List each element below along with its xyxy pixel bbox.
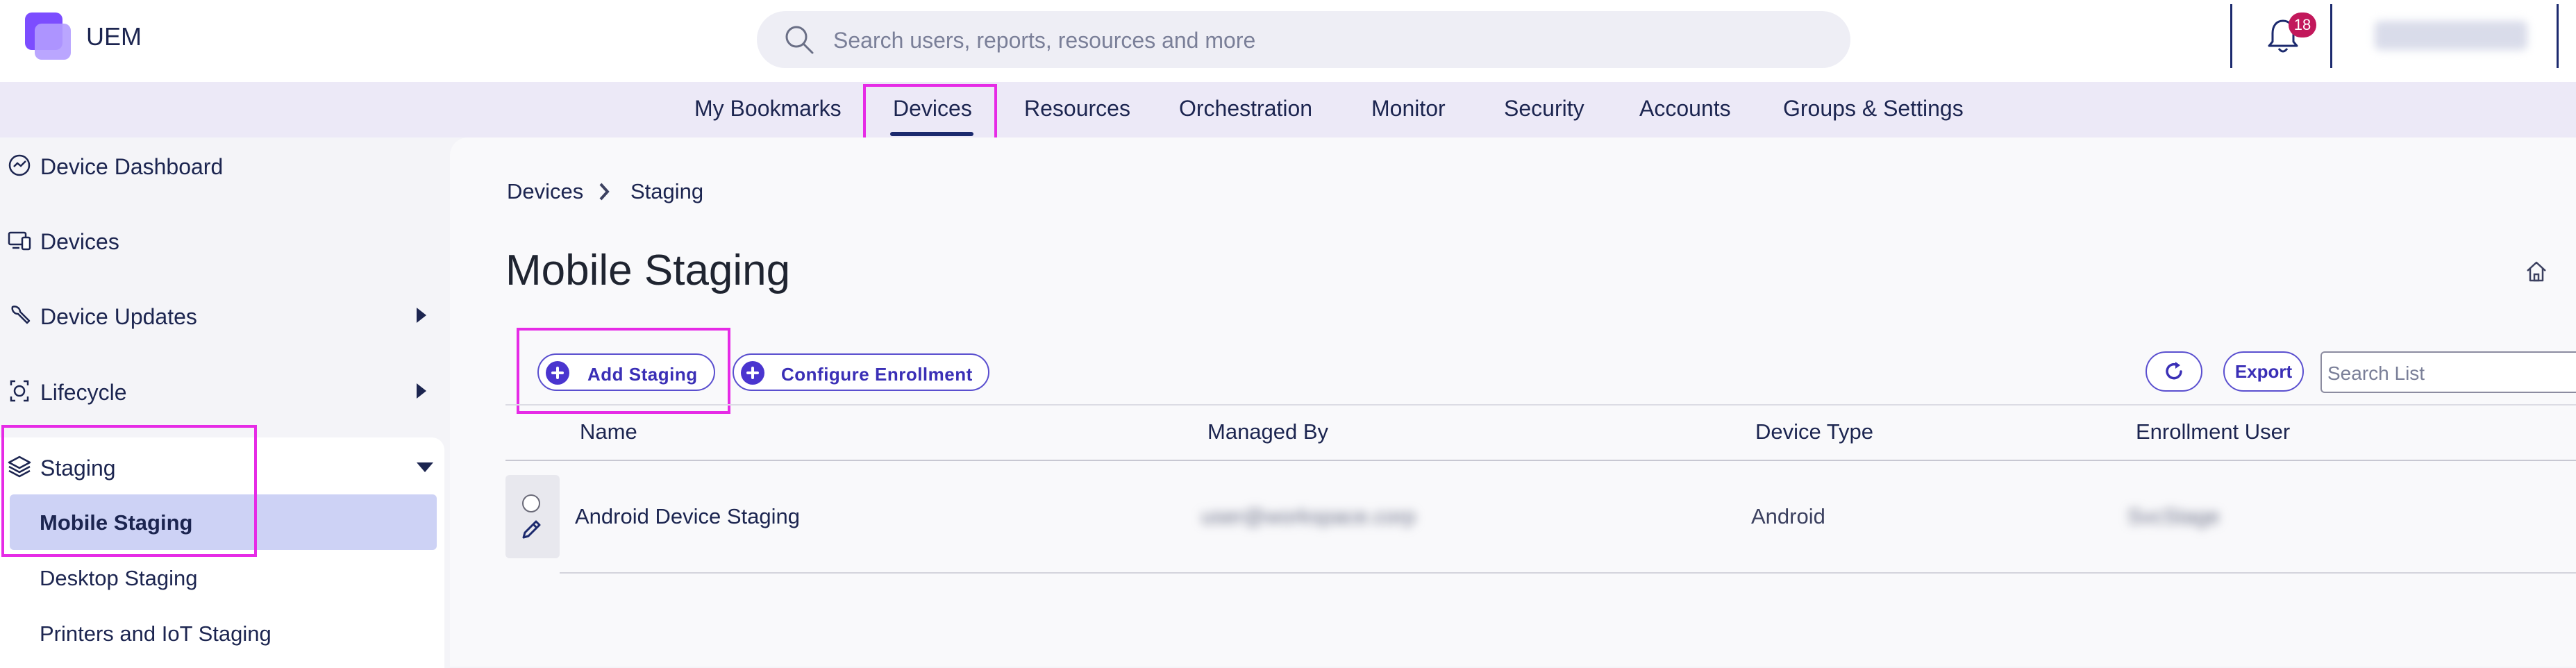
notification-badge: 18 <box>2289 12 2316 37</box>
configure-enrollment-button[interactable]: Configure Enrollment <box>733 353 989 391</box>
global-search-input[interactable]: Search users, reports, resources and mor… <box>757 11 1850 68</box>
highlight-box <box>517 328 730 414</box>
app-name: UEM <box>86 22 142 51</box>
plus-circle-icon <box>741 361 764 385</box>
nav-monitor[interactable]: Monitor <box>1371 96 1446 122</box>
wrench-icon <box>11 306 31 324</box>
caret-down-icon <box>417 462 433 472</box>
search-icon <box>785 26 814 54</box>
export-button[interactable]: Export <box>2223 351 2304 392</box>
cell-name[interactable]: Android Device Staging <box>575 504 800 529</box>
refresh-icon <box>2166 362 2182 380</box>
pencil-icon[interactable] <box>519 517 544 542</box>
lifecycle-icon <box>10 380 29 402</box>
caret-right-icon <box>417 383 426 399</box>
sidebar-item-label: Lifecycle <box>40 380 127 405</box>
top-header: UEM Search users, reports, resources and… <box>0 0 2576 82</box>
highlight-box <box>1 425 257 557</box>
header-divider <box>2557 4 2559 68</box>
dashboard-icon <box>8 154 31 176</box>
nav-security[interactable]: Security <box>1504 96 1584 122</box>
cell-device-type: Android <box>1751 504 1825 528</box>
row-controls <box>505 475 560 558</box>
uem-logo[interactable] <box>25 12 74 61</box>
search-list-placeholder: Search List <box>2327 362 2425 384</box>
user-menu[interactable] <box>2375 21 2527 50</box>
sidebar-item-label: Device Dashboard <box>40 154 224 179</box>
logo-front-square <box>35 24 71 60</box>
sidebar-item-device-updates[interactable]: Device Updates <box>7 296 437 335</box>
nav-groups-settings[interactable]: Groups & Settings <box>1783 96 1964 122</box>
column-header-name[interactable]: Name <box>580 419 637 444</box>
cell-managed-by: user@workspace.corp <box>1201 504 1416 528</box>
main-nav: My Bookmarks Devices Resources Orchestra… <box>0 82 2576 137</box>
table-header-top-border <box>505 404 2576 406</box>
column-header-managed-by[interactable]: Managed By <box>1207 419 1328 444</box>
sidebar-item-lifecycle[interactable]: Lifecycle <box>7 371 437 410</box>
main-content <box>450 137 2576 667</box>
column-header-device-type[interactable]: Device Type <box>1755 419 1873 444</box>
nav-resources[interactable]: Resources <box>1024 96 1130 122</box>
sidebar-item-devices[interactable]: Devices <box>7 221 437 260</box>
nav-my-bookmarks[interactable]: My Bookmarks <box>694 96 842 122</box>
nav-accounts[interactable]: Accounts <box>1639 96 1731 122</box>
table-header-bottom-border <box>505 460 2576 461</box>
page-title: Mobile Staging <box>505 247 791 294</box>
header-divider <box>2330 4 2332 68</box>
chevron-right-icon <box>599 183 610 201</box>
devices-icon <box>8 231 31 251</box>
nav-orchestration[interactable]: Orchestration <box>1179 96 1312 122</box>
sidebar-item-device-dashboard[interactable]: Device Dashboard <box>7 146 437 185</box>
sidebar-item-label: Device Updates <box>40 304 197 329</box>
table-row[interactable] <box>505 475 2576 574</box>
home-icon[interactable] <box>2525 260 2548 283</box>
row-divider <box>560 572 2576 574</box>
header-divider <box>2230 4 2232 68</box>
refresh-button[interactable] <box>2146 351 2202 392</box>
configure-enrollment-label: Configure Enrollment <box>781 364 973 385</box>
sidebar-item-label: Devices <box>40 229 119 254</box>
search-list-input[interactable]: Search List <box>2320 351 2576 393</box>
breadcrumb-current: Staging <box>630 179 704 203</box>
cell-enrollment-user: SvcStage <box>2127 504 2220 528</box>
column-header-enrollment-user[interactable]: Enrollment User <box>2136 419 2290 444</box>
breadcrumb-parent[interactable]: Devices <box>507 179 583 204</box>
search-placeholder: Search users, reports, resources and mor… <box>833 28 1256 53</box>
sidebar-sub-item-printers-iot-staging[interactable]: Printers and IoT Staging <box>40 621 271 646</box>
caret-right-icon <box>417 308 426 323</box>
sidebar-sub-item-desktop-staging[interactable]: Desktop Staging <box>40 566 197 591</box>
row-select-radio[interactable] <box>522 494 540 512</box>
